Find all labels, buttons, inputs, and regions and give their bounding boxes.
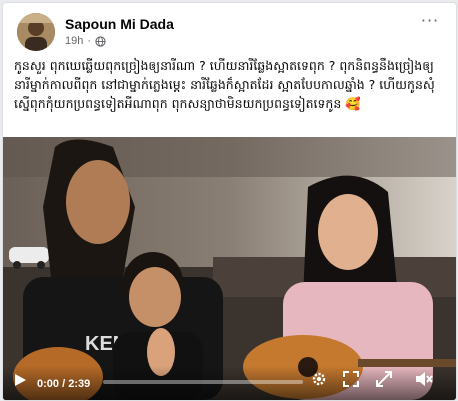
author-name[interactable]: Sapoun Mi Dada: [65, 16, 174, 32]
video-frame: KEN: [3, 137, 456, 400]
progress-bar[interactable]: [103, 380, 303, 384]
fullscreen-icon[interactable]: [343, 371, 359, 391]
globe-icon: [95, 35, 106, 47]
meta-separator: ·: [87, 35, 92, 47]
settings-icon[interactable]: [310, 370, 328, 392]
video-player[interactable]: KEN 0:00 / 2:39: [3, 137, 456, 400]
time-separator: /: [62, 378, 66, 390]
post-caption: កូនសួរ ពុកឃេឆ្លើយពុកច្រៀងឲ្យនារីណា ? ហើយ…: [14, 58, 435, 111]
post-meta: 19h ·: [65, 35, 106, 47]
post-header: Sapoun Mi Dada 19h · ···: [13, 11, 446, 51]
post-card: Sapoun Mi Dada 19h · ··· កូនសួរ ពុកឃេឆ្ល…: [2, 2, 457, 401]
expand-icon[interactable]: [376, 371, 392, 391]
video-time: 0:00 / 2:39: [37, 378, 90, 390]
play-icon[interactable]: [13, 372, 27, 391]
post-timestamp[interactable]: 19h: [65, 35, 83, 47]
total-time: 2:39: [68, 378, 91, 390]
current-time: 0:00: [37, 378, 60, 390]
more-options-icon[interactable]: ···: [418, 11, 442, 30]
avatar[interactable]: [17, 13, 55, 51]
video-controls: 0:00 / 2:39: [3, 366, 456, 400]
volume-icon[interactable]: [415, 371, 433, 391]
